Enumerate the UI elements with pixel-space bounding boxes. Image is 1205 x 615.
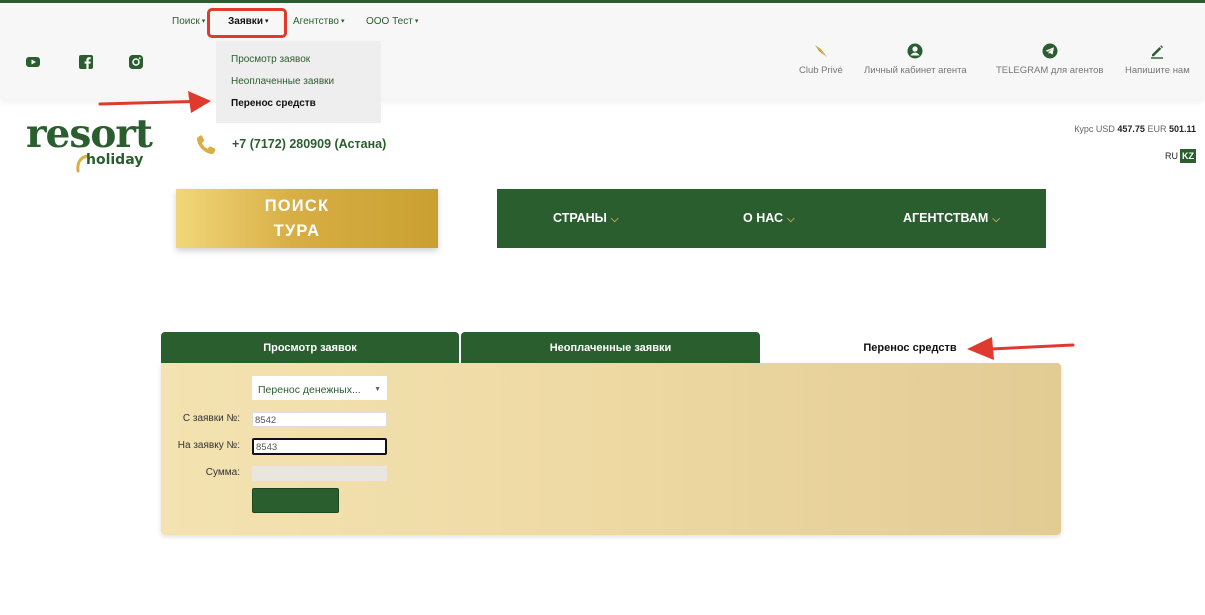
- telegram-icon: [1042, 43, 1058, 59]
- instagram-icon[interactable]: [129, 55, 143, 69]
- menu-about[interactable]: О НАС ⌵: [743, 211, 795, 225]
- dropdown-item-funds-transfer[interactable]: Перенос средств: [231, 98, 316, 109]
- highlight-annotation: [207, 8, 287, 38]
- quicklink-agent-cabinet[interactable]: Личный кабинет агента: [864, 43, 967, 76]
- caret-down-icon: ▾: [414, 18, 419, 25]
- main-menu: СТРАНЫ ⌵ О НАС ⌵ АГЕНТСТВАМ ⌵: [497, 189, 1046, 248]
- caret-down-icon: ▾: [341, 18, 345, 25]
- nav-company[interactable]: ООО Тест ▾: [366, 16, 418, 27]
- contact-phone[interactable]: +7 (7172) 280909 (Астана): [232, 137, 386, 151]
- dropdown-item-view-requests[interactable]: Просмотр заявок: [231, 54, 310, 65]
- from-request-input[interactable]: [252, 412, 387, 427]
- from-request-label: С заявки №:: [182, 413, 240, 424]
- annotation-arrow-icon: [967, 337, 1075, 360]
- chevron-down-icon: ⌵: [610, 214, 619, 225]
- facebook-icon[interactable]: [79, 55, 93, 69]
- caret-down-icon: ▾: [201, 18, 206, 25]
- club-prive-icon: [814, 45, 827, 57]
- language-switcher: RU KZ: [1165, 149, 1196, 163]
- quicklink-club-prive[interactable]: Club Privé: [799, 43, 843, 76]
- pencil-icon: [1151, 45, 1164, 59]
- to-request-input[interactable]: [252, 438, 387, 455]
- youtube-icon[interactable]: [26, 55, 40, 69]
- requests-dropdown-menu: Просмотр заявок Неоплаченные заявки Пере…: [216, 41, 381, 123]
- operation-select[interactable]: Перенос денежных... ▼: [252, 376, 387, 400]
- lang-ru[interactable]: RU: [1165, 151, 1178, 161]
- amount-input[interactable]: [252, 466, 387, 481]
- nav-agency[interactable]: Агентство ▾: [293, 16, 345, 27]
- nav-search[interactable]: Поиск ▾: [172, 16, 205, 27]
- dropdown-item-unpaid-requests[interactable]: Неоплаченные заявки: [231, 76, 334, 87]
- lang-kz[interactable]: KZ: [1180, 149, 1196, 163]
- transfer-submit-button[interactable]: Перенести: [252, 488, 339, 513]
- user-icon: [907, 43, 923, 59]
- menu-for-agencies[interactable]: АГЕНТСТВАМ ⌵: [903, 211, 1000, 225]
- resort-holiday-logo[interactable]: resort holiday: [26, 114, 156, 174]
- chevron-down-icon: ⌵: [786, 214, 795, 225]
- amount-label: Сумма:: [205, 467, 240, 478]
- tab-unpaid-requests[interactable]: Неоплаченные заявки: [461, 332, 760, 363]
- menu-countries[interactable]: СТРАНЫ ⌵: [553, 211, 618, 225]
- search-tour-button[interactable]: ПОИСК ТУРА: [176, 189, 438, 248]
- quicklink-write-us[interactable]: Напишите нам: [1125, 43, 1190, 76]
- currency-rates: Курс USD 457.75 EUR 501.11: [1074, 124, 1196, 134]
- to-request-label: На заявку №:: [177, 440, 240, 451]
- phone-icon: [196, 135, 216, 155]
- top-navigation: Поиск ▾ Заявки ▾ Агентство ▾ ООО Тест ▾: [0, 3, 1205, 41]
- dropdown-caret-icon: ▼: [374, 386, 381, 393]
- tab-view-requests[interactable]: Просмотр заявок: [161, 332, 459, 363]
- chevron-down-icon: ⌵: [992, 214, 1000, 225]
- quicklink-telegram[interactable]: TELEGRAM для агентов: [996, 43, 1103, 76]
